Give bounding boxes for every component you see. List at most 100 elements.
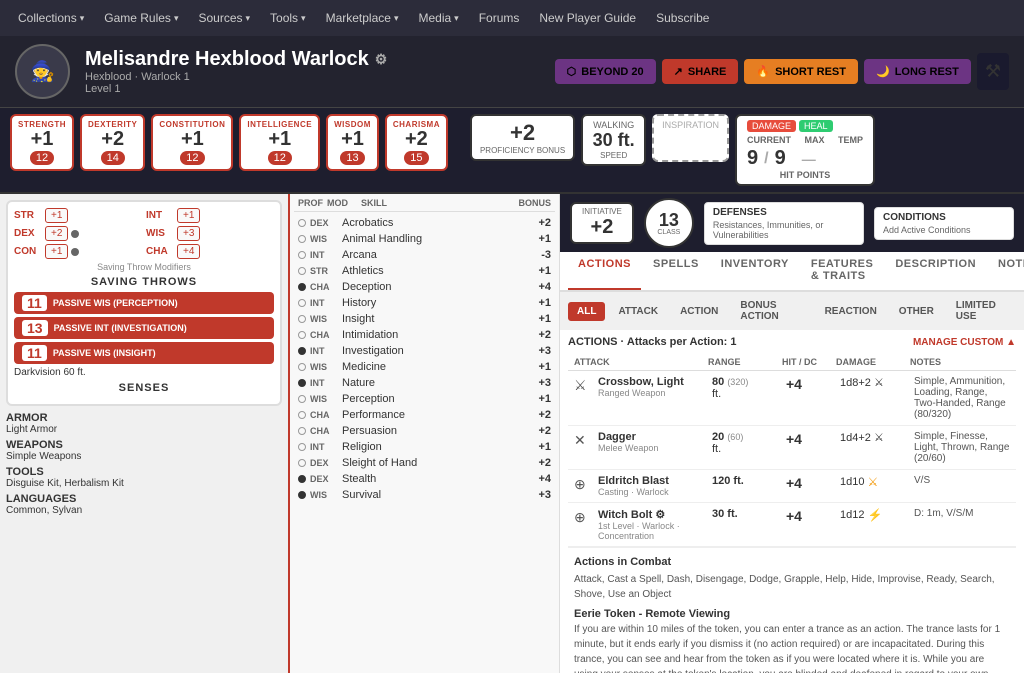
skill-row[interactable]: CHA Deception +4	[294, 279, 555, 295]
skill-attribute: CHA	[310, 330, 338, 340]
tab-inventory[interactable]: INVENTORY	[711, 252, 799, 290]
save-con[interactable]: CON +1	[14, 244, 142, 259]
skill-row[interactable]: DEX Stealth +4	[294, 471, 555, 487]
save-int[interactable]: INT +1	[146, 208, 274, 223]
stat-strength[interactable]: STRENGTH +1 12	[10, 114, 74, 171]
tab-features[interactable]: FEATURES & TRAITS	[801, 252, 883, 290]
action-row[interactable]: ✕ Dagger Melee Weapon 20 (60)ft. +4 1d4+…	[568, 426, 1016, 470]
tab-description[interactable]: DESCRIPTION	[885, 252, 986, 290]
skill-row[interactable]: INT Arcana -3	[294, 247, 555, 263]
save-con-btn[interactable]: +1	[45, 244, 68, 259]
skill-bonus: +3	[521, 377, 551, 389]
skill-proficiency-dot	[298, 379, 306, 387]
header-buttons: ⬡ BEYOND 20 ↗ SHARE 🔥 SHORT REST 🌙 LONG …	[555, 53, 1009, 90]
skill-row[interactable]: WIS Perception +1	[294, 391, 555, 407]
hp-current-label: CURRENT	[747, 135, 791, 145]
action-row[interactable]: ⊕ Eldritch Blast Casting · Warlock 120 f…	[568, 470, 1016, 503]
subtab-other[interactable]: OTHER	[890, 302, 943, 321]
subtab-attack[interactable]: ATTACK	[609, 302, 667, 321]
skill-row[interactable]: CHA Intimidation +2	[294, 327, 555, 343]
skill-row[interactable]: WIS Medicine +1	[294, 359, 555, 375]
hp-divider: /	[764, 150, 768, 168]
stat-wisdom[interactable]: WISDOM +1 13	[326, 114, 379, 171]
skill-row[interactable]: DEX Sleight of Hand +2	[294, 455, 555, 471]
skill-row[interactable]: DEX Acrobatics +2	[294, 215, 555, 231]
skill-attribute: WIS	[310, 362, 338, 372]
save-wis[interactable]: WIS +3	[146, 226, 274, 241]
action-row[interactable]: ⚔ Crossbow, Light Ranged Weapon 80 (320)…	[568, 371, 1016, 426]
tabs-bar: ACTIONS SPELLS INVENTORY FEATURES & TRAI…	[560, 252, 1024, 292]
action-notes: D: 1m, V/S/M	[914, 508, 1010, 519]
stat-charisma[interactable]: CHARISMA +2 15	[385, 114, 448, 171]
short-rest-button[interactable]: 🔥 SHORT REST	[744, 59, 858, 84]
skill-bonus: +4	[521, 281, 551, 293]
long-rest-button[interactable]: 🌙 LONG REST	[864, 59, 971, 84]
skill-row[interactable]: INT Religion +1	[294, 439, 555, 455]
nav-sources[interactable]: Sources ▾	[190, 7, 258, 29]
hp-damage-button[interactable]: DAMAGE	[747, 120, 796, 132]
tab-actions[interactable]: ACTIONS	[568, 252, 641, 290]
skill-row[interactable]: INT Investigation +3	[294, 343, 555, 359]
manage-custom-button[interactable]: MANAGE CUSTOM ▲	[913, 337, 1016, 348]
nav-game-rules[interactable]: Game Rules ▾	[96, 7, 186, 29]
hp-heal-button[interactable]: HEAL	[799, 120, 833, 132]
nav-collections[interactable]: Collections ▾	[10, 7, 92, 29]
save-cha-btn[interactable]: +4	[177, 244, 200, 259]
skill-name: Medicine	[342, 361, 517, 373]
action-name: Witch Bolt ⚙ 1st Level · Warlock · Conce…	[598, 508, 708, 541]
save-cha[interactable]: CHA +4	[146, 244, 274, 259]
inspiration-box[interactable]: INSPIRATION	[652, 114, 729, 162]
action-damage: 1d4+2 ⚔	[840, 431, 910, 444]
nav-forums[interactable]: Forums	[471, 7, 528, 29]
nav-tools-arrow: ▾	[301, 13, 306, 24]
save-wis-btn[interactable]: +3	[177, 226, 200, 241]
character-settings-icon[interactable]: ⚙	[375, 51, 388, 68]
beyond20-button[interactable]: ⬡ BEYOND 20	[555, 59, 656, 84]
stat-constitution[interactable]: CONSTITUTION +1 12	[151, 114, 233, 171]
weapons-value: Simple Weapons	[6, 451, 81, 462]
subtab-bonus-action[interactable]: BONUS ACTION	[731, 296, 811, 326]
nav-media[interactable]: Media ▾	[410, 7, 466, 29]
skill-row[interactable]: INT Nature +3	[294, 375, 555, 391]
combat-section: Actions in Combat Attack, Cast a Spell, …	[568, 547, 1016, 673]
skill-row[interactable]: CHA Persuasion +2	[294, 423, 555, 439]
skills-header-bonus: BONUS	[516, 198, 551, 208]
subtab-all[interactable]: ALL	[568, 302, 605, 321]
action-hit: +4	[786, 431, 836, 447]
nav-subscribe[interactable]: Subscribe	[648, 7, 717, 29]
action-row[interactable]: ⊕ Witch Bolt ⚙ 1st Level · Warlock · Con…	[568, 503, 1016, 547]
tab-spells[interactable]: SPELLS	[643, 252, 709, 290]
nav-tools[interactable]: Tools ▾	[262, 7, 314, 29]
tab-notes[interactable]: NOTES	[988, 252, 1024, 290]
skill-row[interactable]: WIS Animal Handling +1	[294, 231, 555, 247]
subtab-limited-use[interactable]: LIMITED USE	[947, 296, 1016, 326]
stat-dexterity[interactable]: DEXTERITY +2 14	[80, 114, 145, 171]
nav-new-player[interactable]: New Player Guide	[531, 7, 644, 29]
save-str[interactable]: STR +1	[14, 208, 142, 223]
action-notes: Simple, Ammunition, Loading, Range, Two-…	[914, 376, 1010, 420]
tools-section: TOOLS Disguise Kit, Herbalism Kit	[6, 466, 282, 489]
subtab-action[interactable]: ACTION	[671, 302, 727, 321]
save-dex[interactable]: DEX +2	[14, 226, 142, 241]
skill-row[interactable]: WIS Insight +1	[294, 311, 555, 327]
subtab-reaction[interactable]: REACTION	[816, 302, 886, 321]
conditions-box: CONDITIONS Add Active Conditions	[874, 207, 1014, 240]
stat-intelligence[interactable]: INTELLIGENCE +1 12	[239, 114, 320, 171]
skill-row[interactable]: WIS Survival +3	[294, 487, 555, 503]
skill-proficiency-dot	[298, 347, 306, 355]
skill-name: Survival	[342, 489, 517, 501]
nav-marketplace[interactable]: Marketplace ▾	[318, 7, 407, 29]
skill-row[interactable]: CHA Performance +2	[294, 407, 555, 423]
skill-proficiency-dot	[298, 395, 306, 403]
save-dex-btn[interactable]: +2	[45, 226, 68, 241]
skill-row[interactable]: STR Athletics +1	[294, 263, 555, 279]
save-int-btn[interactable]: +1	[177, 208, 200, 223]
hp-header: CURRENT MAX TEMP	[747, 135, 863, 145]
skill-name: Intimidation	[342, 329, 517, 341]
skill-attribute: WIS	[310, 314, 338, 324]
skill-row[interactable]: INT History +1	[294, 295, 555, 311]
skill-attribute: DEX	[310, 474, 338, 484]
skill-attribute: CHA	[310, 282, 338, 292]
save-str-btn[interactable]: +1	[45, 208, 68, 223]
share-button[interactable]: ↗ SHARE	[662, 59, 739, 84]
